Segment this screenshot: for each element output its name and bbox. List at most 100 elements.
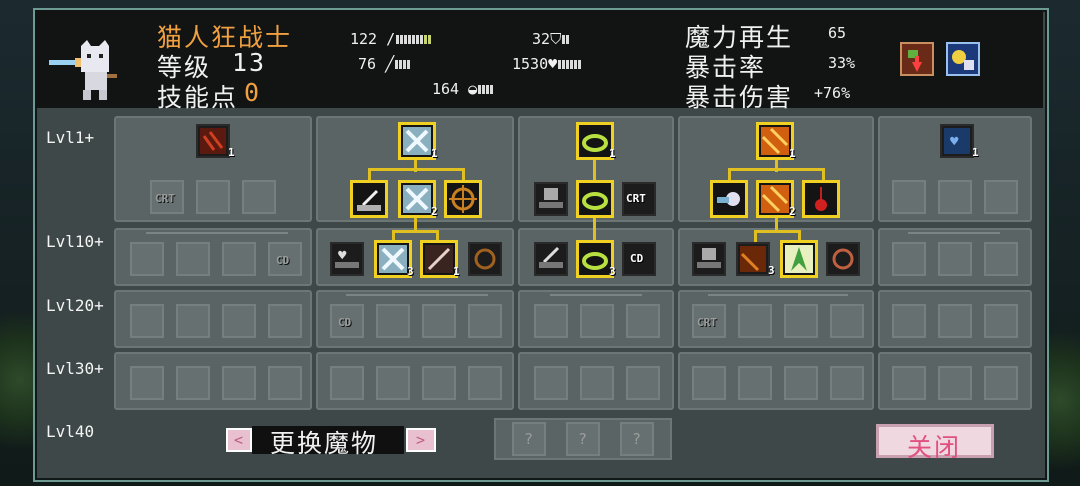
locked-skill[interactable]: [130, 366, 164, 400]
locked-skill[interactable]: [376, 366, 410, 400]
locked-skill[interactable]: [938, 180, 972, 214]
locked-skill[interactable]: [330, 366, 364, 400]
cat-warrior-portrait: [49, 40, 117, 100]
blade-skill[interactable]: 1: [420, 240, 460, 278]
next-monster-button[interactable]: >: [406, 428, 436, 452]
locked-skill[interactable]: [984, 366, 1018, 400]
heart-icon: ♥: [548, 55, 558, 73]
locked-skill[interactable]: [984, 304, 1018, 338]
target-skill[interactable]: [444, 180, 482, 218]
locked-skill[interactable]: [892, 304, 926, 338]
locked-skill[interactable]: [626, 304, 660, 338]
change-monster-label[interactable]: 更换魔物: [252, 426, 404, 458]
locked-skill[interactable]: [176, 366, 210, 400]
cross-slash-master-skill[interactable]: 3: [374, 240, 414, 278]
locked-skill[interactable]: [938, 304, 972, 338]
speed-icon: ◒: [468, 80, 478, 98]
stat-health: 1530♥: [512, 55, 582, 73]
shield-armor-skill[interactable]: [692, 242, 726, 276]
armor-stat-skill[interactable]: [534, 182, 568, 216]
compass-skill[interactable]: [780, 240, 818, 278]
locked-skill[interactable]: [176, 304, 210, 338]
locked-skill[interactable]: [468, 366, 502, 400]
locked-skill[interactable]: [784, 366, 818, 400]
flame-slash-skill[interactable]: 1: [756, 122, 796, 160]
locked-skill[interactable]: [692, 366, 726, 400]
stat-defense: 32⛉: [532, 30, 570, 48]
locked-skill[interactable]: [268, 366, 302, 400]
locked-skill[interactable]: CRT: [692, 304, 726, 338]
locked-skill[interactable]: [422, 366, 456, 400]
sword-armor-skill[interactable]: [534, 242, 568, 276]
locked-skill[interactable]: [268, 304, 302, 338]
locked-skill[interactable]: CD: [330, 304, 364, 338]
locked-skill[interactable]: [534, 304, 568, 338]
locked-skill[interactable]: [222, 366, 256, 400]
shield-icon: ⛉: [550, 30, 562, 48]
heart-armor-skill[interactable]: ♥: [330, 242, 364, 276]
locked-skill[interactable]: [984, 180, 1018, 214]
locked-skill[interactable]: [830, 366, 864, 400]
fire-shield-buff-icon[interactable]: [946, 42, 980, 76]
locked-skill[interactable]: CD: [268, 242, 302, 276]
svg-text:♥: ♥: [338, 248, 347, 264]
stat-attack: 122 /: [350, 30, 432, 48]
locked-skill[interactable]: [176, 242, 210, 276]
locked-skill[interactable]: [892, 180, 926, 214]
locked-skill[interactable]: [422, 304, 456, 338]
locked-skill[interactable]: [738, 366, 772, 400]
crit-plus-skill[interactable]: CRT: [622, 182, 656, 216]
crit-damage-label: 暴击伤害: [685, 83, 794, 112]
ring-upgrade-skill[interactable]: [576, 180, 614, 218]
close-button[interactable]: 关闭: [876, 424, 994, 462]
locked-skill[interactable]: [196, 180, 230, 214]
locked-skill[interactable]: [892, 366, 926, 400]
locked-skill[interactable]: CRT: [150, 180, 184, 214]
skill-points-value: 0: [244, 78, 262, 107]
level-row-label: Lvl40: [46, 422, 95, 441]
locked-skill[interactable]: [242, 180, 276, 214]
crit-rate-value: 33%: [828, 54, 856, 72]
locked-skill[interactable]: [892, 242, 926, 276]
unknown-slot[interactable]: ?: [620, 422, 654, 456]
unknown-slot[interactable]: ?: [512, 422, 546, 456]
locked-skill[interactable]: [468, 304, 502, 338]
fire-claw-skill[interactable]: 1: [196, 124, 235, 159]
cooldown-skill[interactable]: CD: [622, 242, 656, 276]
locked-skill[interactable]: [130, 304, 164, 338]
cross-slash-skill[interactable]: 1: [398, 122, 438, 160]
speed-stat-skill[interactable]: [710, 180, 748, 218]
crosshair-skill[interactable]: [826, 242, 860, 276]
flame-slash-upgrade-skill[interactable]: 2: [756, 180, 796, 218]
locked-skill[interactable]: [580, 366, 614, 400]
sword-stat-skill[interactable]: [350, 180, 388, 218]
locked-skill[interactable]: [938, 242, 972, 276]
locked-skill[interactable]: [830, 304, 864, 338]
mana-regen-value: 65: [828, 24, 847, 42]
heart-shield-skill[interactable]: ♥ 1: [940, 124, 979, 159]
level-row-label: Lvl30+: [46, 359, 104, 378]
stat-magic: 76 ╱: [358, 55, 411, 73]
locked-skill[interactable]: [580, 304, 614, 338]
level-row-label: Lvl1+: [46, 128, 95, 147]
unknown-slot[interactable]: ?: [566, 422, 600, 456]
level-row-label: Lvl10+: [46, 232, 104, 251]
cross-slash-upgrade-skill[interactable]: 2: [398, 180, 438, 218]
locked-skill[interactable]: [984, 242, 1018, 276]
locked-skill[interactable]: [376, 304, 410, 338]
locked-skill[interactable]: [938, 366, 972, 400]
locked-skill[interactable]: [784, 304, 818, 338]
ring-master-skill[interactable]: 3: [576, 240, 616, 278]
prev-monster-button[interactable]: <: [226, 428, 252, 452]
locked-skill[interactable]: [222, 242, 256, 276]
dark-flame-skill[interactable]: 3: [736, 242, 775, 277]
locked-skill[interactable]: [534, 366, 568, 400]
nature-buff-icon[interactable]: [900, 42, 934, 76]
locked-skill[interactable]: [626, 366, 660, 400]
blood-drop-skill[interactable]: [802, 180, 840, 218]
target-lock-skill[interactable]: [468, 242, 502, 276]
locked-skill[interactable]: [222, 304, 256, 338]
ring-skill[interactable]: 1: [576, 122, 616, 160]
locked-skill[interactable]: [738, 304, 772, 338]
locked-skill[interactable]: [130, 242, 164, 276]
